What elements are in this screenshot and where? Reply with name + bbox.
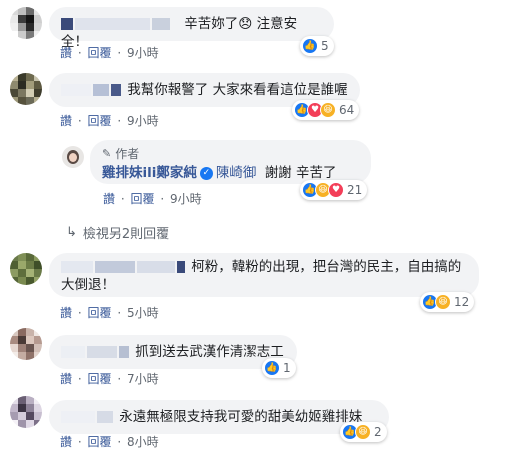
comment-meta: 讚 · 回覆 · 9小時 [60, 114, 159, 128]
redacted-name [93, 84, 109, 96]
reaction-count: 5 [321, 39, 329, 53]
verified-icon: ✓ [199, 166, 213, 180]
reaction-summary[interactable]: 👍 😆 ♥ 21 [300, 180, 368, 200]
timestamp[interactable]: 9小時 [127, 46, 159, 60]
avatar[interactable] [10, 328, 42, 360]
reaction-count: 12 [454, 295, 470, 309]
view-more-replies[interactable]: ↳ 檢視另2則回覆 [66, 223, 169, 242]
comment-meta: 讚 · 回覆 · 8小時 [60, 435, 159, 449]
haha-icon: 😆 [355, 424, 371, 440]
reply-arrow-icon: ↳ [66, 225, 77, 240]
timestamp[interactable]: 7小時 [127, 372, 159, 386]
redacted-name [61, 84, 91, 96]
view-more-replies-label[interactable]: 檢視另2則回覆 [83, 223, 169, 242]
comment-meta: 讚 · 回覆 · 7小時 [60, 372, 159, 386]
reply-link[interactable]: 回覆 [88, 46, 112, 60]
like-link[interactable]: 讚 [60, 114, 72, 128]
redacted-name [75, 18, 150, 30]
like-link[interactable]: 讚 [103, 192, 115, 206]
redacted-name [152, 18, 170, 30]
timestamp[interactable]: 8小時 [127, 435, 159, 449]
redacted-name [61, 346, 85, 358]
comment-meta: 讚 · 回覆 · 9小時 [60, 46, 159, 60]
like-link[interactable]: 讚 [60, 372, 72, 386]
comment-text: 抓到送去武漢作清潔志工 [135, 344, 284, 360]
love-icon: ♥ [328, 182, 344, 198]
redacted-name [61, 18, 73, 30]
reply-link[interactable]: 回覆 [88, 435, 112, 449]
author-badge-icon: ✎ [102, 147, 112, 160]
haha-icon: 😆 [435, 294, 451, 310]
reaction-count: 21 [347, 183, 363, 197]
redacted-name [95, 261, 135, 273]
reaction-summary[interactable]: 👍 5 [300, 36, 334, 56]
avatar[interactable] [10, 396, 42, 428]
comment-bubble: 柯粉，韓粉的出現，把台灣的民主，自由搞的大倒退！ [49, 253, 479, 297]
comment-text: 我幫你報警了 大家來看看這位是誰喔 [127, 82, 348, 98]
reply-bubble: ✎ 作者 雞排妹ili鄭家純 ✓ 陳崎御 謝謝 辛苦了 [90, 140, 371, 184]
reaction-summary[interactable]: 👍 ♥ 😆 64 [292, 100, 360, 120]
avatar[interactable] [10, 7, 42, 39]
reply-meta: 讚 · 回覆 · 9小時 [103, 192, 202, 206]
comment-bubble: 永遠無極限支持我可愛的甜美幼姬雞排妹 [49, 400, 389, 434]
avatar[interactable] [10, 253, 42, 285]
reaction-summary[interactable]: 👍 😆 12 [420, 292, 475, 312]
haha-icon: 😆 [320, 102, 336, 118]
like-link[interactable]: 讚 [60, 46, 72, 60]
avatar[interactable] [10, 73, 42, 105]
reply-link[interactable]: 回覆 [88, 306, 112, 320]
author-badge: ✎ 作者 [102, 145, 359, 163]
reply-text: 謝謝 辛苦了 [264, 165, 337, 181]
reaction-summary[interactable]: 👍 😆 2 [340, 422, 387, 442]
redacted-name [137, 261, 175, 273]
reply-link[interactable]: 回覆 [131, 192, 155, 206]
mention-link[interactable]: 陳崎御 [216, 165, 257, 181]
redacted-name [97, 411, 113, 423]
like-icon: 👍 [264, 360, 280, 376]
reply-link[interactable]: 回覆 [88, 114, 112, 128]
reaction-summary[interactable]: 👍 1 [262, 358, 296, 378]
like-icon: 👍 [302, 38, 318, 54]
like-link[interactable]: 讚 [60, 306, 72, 320]
reaction-count: 1 [283, 361, 291, 375]
redacted-name [177, 261, 185, 273]
timestamp[interactable]: 5小時 [127, 306, 159, 320]
redacted-name [61, 411, 95, 423]
reaction-count: 2 [374, 425, 382, 439]
author-badge-label: 作者 [115, 147, 140, 161]
comment-bubble: 辛苦妳了😞 注意安全！ [49, 7, 334, 50]
reply-link[interactable]: 回覆 [88, 372, 112, 386]
redacted-name [119, 346, 129, 358]
author-name[interactable]: 雞排妹ili鄭家純 [102, 165, 197, 181]
comment-text: 永遠無極限支持我可愛的甜美幼姬雞排妹 [119, 409, 363, 425]
redacted-name [87, 346, 117, 358]
timestamp[interactable]: 9小時 [170, 192, 202, 206]
like-link[interactable]: 讚 [60, 435, 72, 449]
timestamp[interactable]: 9小時 [127, 114, 159, 128]
reaction-count: 64 [339, 103, 355, 117]
comment-bubble: 抓到送去武漢作清潔志工 [49, 335, 297, 369]
comment-meta: 讚 · 回覆 · 5小時 [60, 306, 159, 320]
redacted-name [61, 261, 93, 273]
author-avatar[interactable] [62, 146, 84, 168]
redacted-name [111, 84, 121, 96]
